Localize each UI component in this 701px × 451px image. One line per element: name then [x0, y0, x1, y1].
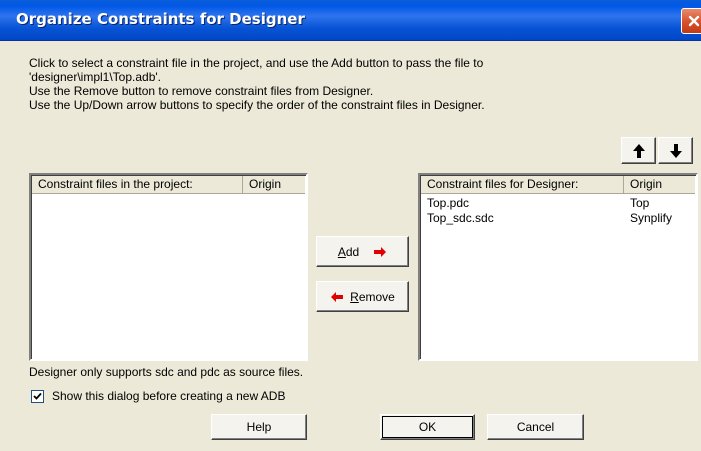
remove-button-label: Remove [350, 289, 395, 304]
project-constraints-list[interactable]: Constraint files in the project: Origin [29, 173, 308, 361]
instruction-line: 'designer\impl1\Top.adb'. [29, 70, 161, 84]
help-button[interactable]: Help [211, 414, 307, 440]
organize-constraints-dialog: Organize Constraints for Designer Click … [0, 0, 701, 451]
ok-button[interactable]: OK [380, 414, 475, 440]
designer-constraints-list[interactable]: Constraint files for Designer: Origin To… [418, 173, 698, 361]
list-item[interactable]: Top.pdc Top [421, 196, 695, 211]
close-button[interactable] [681, 8, 701, 34]
close-icon [688, 15, 700, 27]
list-header: Constraint files for Designer: Origin [421, 176, 695, 194]
show-dialog-option[interactable]: Show this dialog before creating a new A… [31, 389, 285, 403]
window-title: Organize Constraints for Designer [16, 10, 305, 28]
title-bar: Organize Constraints for Designer [0, 0, 701, 41]
instruction-line: Use the Remove button to remove constrai… [29, 84, 374, 98]
instruction-line: Click to select a constraint file in the… [29, 56, 484, 70]
arrow-down-icon [669, 143, 682, 158]
list-rows: Top.pdc Top Top_sdc.sdc Synplify [421, 196, 695, 226]
cancel-button[interactable]: Cancel [487, 414, 584, 440]
file-origin: Top [630, 196, 650, 210]
list-header: Constraint files in the project: Origin [32, 176, 305, 194]
instructions-text: Click to select a constraint file in the… [29, 56, 689, 112]
add-button-label: Add [337, 244, 360, 259]
file-name: Top.pdc [427, 196, 470, 210]
show-dialog-checkbox[interactable] [31, 389, 44, 403]
file-name: Top_sdc.sdc [427, 211, 494, 225]
column-header-origin[interactable]: Origin [243, 176, 303, 193]
arrow-up-icon [632, 143, 645, 158]
instruction-line: Use the Up/Down arrow buttons to specify… [29, 98, 485, 112]
list-item[interactable]: Top_sdc.sdc Synplify [421, 211, 695, 226]
column-header-file[interactable]: Constraint files for Designer: [421, 176, 624, 193]
arrow-left-icon [331, 291, 344, 302]
add-button[interactable]: Add [316, 236, 409, 267]
move-up-button[interactable] [621, 137, 656, 164]
column-header-origin[interactable]: Origin [624, 176, 694, 193]
source-files-note: Designer only supports sdc and pdc as so… [29, 365, 304, 379]
move-down-button[interactable] [658, 137, 693, 164]
show-dialog-label: Show this dialog before creating a new A… [52, 389, 286, 403]
file-origin: Synplify [630, 211, 673, 225]
column-header-file[interactable]: Constraint files in the project: [32, 176, 243, 193]
remove-button[interactable]: Remove [316, 281, 409, 312]
checkmark-icon [33, 392, 42, 400]
arrow-right-icon [374, 246, 387, 257]
